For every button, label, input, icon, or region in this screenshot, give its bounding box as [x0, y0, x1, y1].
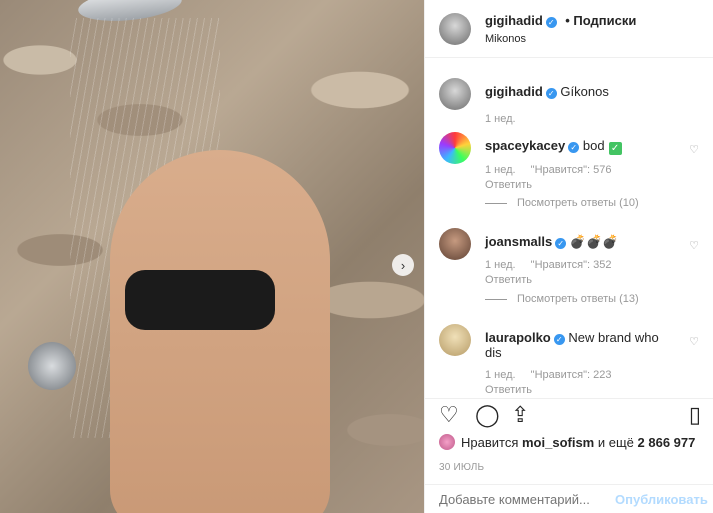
likes-prefix: Нравится — [461, 434, 519, 450]
add-comment-bar: Опубликовать — [425, 484, 713, 513]
post-actions: ♡ ◯ ⇪ ▯ — [425, 398, 713, 432]
publish-button[interactable]: Опубликовать — [615, 492, 708, 507]
bookmark-icon[interactable]: ▯ — [689, 404, 701, 426]
check-emoji-icon: ✓ — [608, 142, 622, 155]
avatar[interactable] — [439, 434, 455, 450]
avatar[interactable] — [439, 78, 471, 110]
comment-username[interactable]: laurapolko — [485, 330, 551, 345]
verified-icon: ✓ — [568, 142, 580, 153]
comment-age[interactable]: 1 нед. — [485, 164, 516, 176]
post-side-panel: gigihadid ✓ • Подписки Mikonos gigihadid ✓… — [424, 0, 713, 513]
post-photo[interactable]: › — [0, 0, 424, 513]
comments-list[interactable]: gigihadid ✓ Gíkonos 1 нед. spaceykacey ✓ b… — [425, 70, 713, 396]
likes-suffix: и ещё — [597, 434, 634, 450]
avatar[interactable] — [439, 12, 471, 45]
caption-text: Gíkonos — [560, 84, 609, 99]
avatar[interactable] — [439, 324, 471, 356]
comment-username[interactable]: joansmalls — [485, 234, 552, 249]
comment-body: laurapolko ✓ New brand who dis 1 нед. "Нр… — [485, 330, 675, 396]
like-heart-icon[interactable]: ♡ — [689, 335, 699, 348]
location-link[interactable]: Mikonos — [485, 33, 636, 45]
share-icon[interactable]: ⇪ — [511, 404, 529, 426]
post-date[interactable]: 30 ИЮЛЬ — [439, 462, 484, 473]
reply-button[interactable]: Ответить — [485, 384, 675, 396]
comment-username[interactable]: spaceykacey — [485, 138, 565, 153]
like-heart-icon[interactable]: ♡ — [689, 239, 699, 252]
avatar[interactable] — [439, 228, 471, 260]
comment-text: bod — [582, 138, 605, 153]
header-meta: gigihadid ✓ • Подписки Mikonos — [485, 12, 636, 45]
comment-age[interactable]: 1 нед. — [485, 369, 516, 381]
caption-age[interactable]: 1 нед. — [485, 113, 516, 125]
verified-icon: ✓ — [553, 334, 565, 345]
view-replies-button[interactable]: Посмотреть ответы (13) — [485, 293, 639, 305]
comment-likes[interactable]: "Нравится": 352 — [531, 259, 612, 271]
likes-user[interactable]: moi_sofism — [522, 435, 594, 450]
post-header: gigihadid ✓ • Подписки Mikonos — [425, 0, 713, 58]
like-heart-icon[interactable]: ♡ — [689, 143, 699, 156]
reply-button[interactable]: Ответить — [485, 179, 675, 191]
comment-likes[interactable]: "Нравится": 223 — [531, 369, 612, 381]
comment-icon[interactable]: ◯ — [475, 404, 500, 426]
likes-count[interactable]: 2 866 977 — [638, 435, 696, 450]
comment-text: 💣💣💣 — [569, 234, 619, 249]
avatar[interactable] — [439, 132, 471, 164]
view-replies-button[interactable]: Посмотреть ответы (10) — [485, 197, 639, 209]
reply-button[interactable]: Ответить — [485, 274, 675, 286]
follow-button[interactable]: • Подписки — [565, 13, 636, 28]
caption-body: gigihadid ✓ Gíkonos 1 нед. — [485, 84, 675, 125]
comment-body: joansmalls ✓ 💣💣💣 1 нед. "Нравится": 352 О… — [485, 234, 675, 286]
likes-summary: Нравится moi_sofism и ещё 2 866 977 — [439, 434, 703, 450]
comment-likes[interactable]: "Нравится": 576 — [531, 164, 612, 176]
comment-body: spaceykacey ✓ bod ✓ 1 нед. "Нравится": 576… — [485, 138, 675, 191]
swimsuit — [125, 270, 275, 330]
faucet — [28, 342, 76, 390]
caption-username[interactable]: gigihadid — [485, 84, 543, 99]
comment-input[interactable] — [439, 491, 615, 507]
person — [110, 150, 330, 513]
author-username[interactable]: gigihadid — [485, 13, 543, 28]
verified-icon: ✓ — [555, 238, 567, 249]
heart-icon[interactable]: ♡ — [439, 404, 459, 426]
next-arrow-icon[interactable]: › — [392, 254, 414, 276]
verified-icon: ✓ — [545, 17, 557, 28]
verified-icon: ✓ — [545, 88, 557, 99]
comment-age[interactable]: 1 нед. — [485, 259, 516, 271]
